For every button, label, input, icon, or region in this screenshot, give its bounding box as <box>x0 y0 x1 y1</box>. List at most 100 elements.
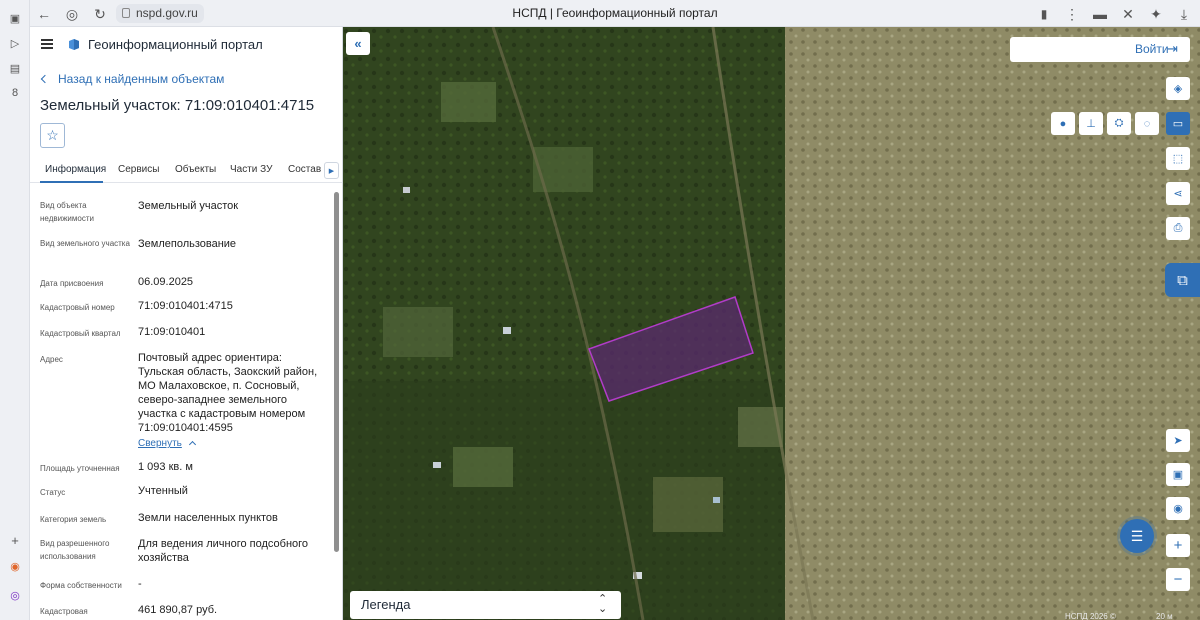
back-label: Назад к найденным объектам <box>58 72 225 86</box>
select-area-icon: ⬚ <box>1172 153 1184 165</box>
layers-icon: ◈ <box>1173 83 1183 95</box>
favorite-button[interactable]: ☆ <box>40 123 65 148</box>
attr-value: Земли населенных пунктов <box>138 512 278 524</box>
attr-value: Земельный участок <box>138 200 239 212</box>
collapse-panel-button[interactable]: « <box>346 32 370 55</box>
lock-icon <box>122 8 130 18</box>
tab-composition[interactable]: Состав <box>288 164 321 175</box>
login-icon: ⇥ <box>1167 41 1178 56</box>
help-icon: ⧉ <box>1177 271 1188 289</box>
ruler-icon: ▭ <box>1172 118 1184 130</box>
chevron-up-icon <box>188 440 196 449</box>
object-heading: Земельный участок: 71:09:010401:4715 <box>40 97 315 114</box>
area-measure-icon: ⛭ <box>1114 117 1124 129</box>
plus-icon: + <box>1173 537 1183 554</box>
point-tool-button[interactable]: ● <box>1051 112 1075 135</box>
back-icon[interactable]: ← <box>34 4 54 24</box>
star-icon: ☆ <box>46 127 59 143</box>
share-icon: ⋖ <box>1173 188 1183 200</box>
attr-value: 06.09.2025 <box>138 276 194 288</box>
active-tab-indicator <box>40 181 103 183</box>
attr-label: Вид объекта недвижимости <box>40 201 94 223</box>
url-text: nspd.gov.ru <box>136 6 198 20</box>
minimap-button[interactable]: ▣ <box>1166 463 1190 486</box>
tab-bar: Информация Сервисы Объекты Части ЗУ Сост… <box>30 158 342 183</box>
assistant-icon[interactable]: ◎ <box>7 587 23 603</box>
compass-icon: ◉ <box>1173 503 1183 515</box>
legend-label: Легенда <box>361 597 411 612</box>
attr-label: Кадастровый номер <box>40 303 115 312</box>
print-icon: ⎙ <box>1173 222 1183 234</box>
add-icon[interactable]: + <box>7 532 23 548</box>
compass-button[interactable]: ◉ <box>1166 497 1190 520</box>
attr-value: 71:09:010401:4715 <box>138 300 233 312</box>
radius-tool-button[interactable]: ◌ <box>1135 112 1159 135</box>
back-link[interactable]: Назад к найденным объектам <box>40 72 225 86</box>
map-view[interactable]: « Войти ⇥ ◈ ● ⊥ ⛭ ◌ ▭ ⬚ ⋖ ⎙ ⧉ ➤ ▣ ◉ ☰ + … <box>343 27 1200 620</box>
login-label: Войти <box>1135 42 1169 56</box>
panel-scrollbar[interactable] <box>334 192 339 552</box>
app-title: Геоинформационный портал <box>88 37 263 52</box>
point-icon: ● <box>1059 117 1067 130</box>
extension-icon[interactable]: ▬ <box>1090 4 1110 24</box>
radius-icon: ◌ <box>1143 117 1151 130</box>
bookmark-icon[interactable]: ▮ <box>1034 4 1054 24</box>
select-area-button[interactable]: ⬚ <box>1166 147 1190 170</box>
menu-icon[interactable] <box>41 39 53 49</box>
attr-label: Вид земельного участка <box>40 239 130 248</box>
minus-icon: − <box>1173 571 1183 588</box>
download-icon[interactable]: ⤓ <box>1174 4 1194 24</box>
service-icon[interactable]: ◉ <box>7 558 23 574</box>
tabs-next-button[interactable]: ▶ <box>324 162 339 179</box>
zoom-in-button[interactable]: + <box>1166 534 1190 557</box>
print-button[interactable]: ⎙ <box>1166 217 1190 240</box>
attr-value: Почтовый адрес ориентира: Тульская облас… <box>138 352 318 434</box>
gallery-icon[interactable]: ▤ <box>7 60 23 76</box>
play-icon[interactable]: ▷ <box>7 35 23 51</box>
attr-value: 1 093 кв. м <box>138 461 193 473</box>
attr-label: Кадастровый квартал <box>40 329 121 338</box>
reload-icon[interactable]: ↻ <box>90 4 110 24</box>
line-measure-icon: ⊥ <box>1086 118 1096 130</box>
collapse-link[interactable]: Свернуть <box>138 438 196 449</box>
attr-value: Землепользование <box>138 238 237 250</box>
share-button[interactable]: ⋖ <box>1166 182 1190 205</box>
area-tool-button[interactable]: ⛭ <box>1107 112 1131 135</box>
zoom-out-button[interactable]: − <box>1166 568 1190 591</box>
tabs-icon[interactable]: ▣ <box>7 10 23 26</box>
ruler-button[interactable]: ▭ <box>1166 112 1190 135</box>
chevron-left-icon <box>40 74 50 84</box>
minimap-icon: ▣ <box>1172 469 1184 481</box>
browser-toolbar: ← ◎ ↻ nspd.gov.ru НСПД | Геоинформационн… <box>30 0 1200 27</box>
attr-label: Статус <box>40 488 66 497</box>
attr-label: Вид разрешенного использования <box>40 539 110 561</box>
line-tool-button[interactable]: ⊥ <box>1079 112 1103 135</box>
attr-value: Для ведения личного подсобного хозяйства <box>138 538 309 564</box>
tab-services[interactable]: Сервисы <box>118 164 159 175</box>
help-tab-button[interactable]: ⧉ <box>1165 263 1200 297</box>
chat-icon: ☰ <box>1130 527 1144 544</box>
arrow-right-icon: ▶ <box>328 167 335 175</box>
portal-logo-icon <box>69 39 79 50</box>
object-info-panel: Геоинформационный портал Назад к найденн… <box>30 27 343 620</box>
shield-icon[interactable]: ◎ <box>62 4 82 24</box>
login-button[interactable]: Войти ⇥ <box>1010 37 1190 62</box>
extensions-icon[interactable]: ✦ <box>1146 4 1166 24</box>
map-scale: 20 м <box>1156 612 1173 620</box>
locate-button[interactable]: ➤ <box>1166 429 1190 452</box>
menu-icon[interactable]: ⋮ <box>1062 4 1082 24</box>
layers-button[interactable]: ◈ <box>1166 77 1190 100</box>
attr-label: Категория земель <box>40 515 107 524</box>
chat-button[interactable]: ☰ <box>1120 519 1154 553</box>
collapse-label: Свернуть <box>138 438 182 449</box>
address-bar[interactable]: nspd.gov.ru <box>116 4 204 23</box>
tab-objects[interactable]: Объекты <box>175 164 216 175</box>
attr-label: Форма собственности <box>40 581 122 590</box>
extension-x-icon[interactable]: ✕ <box>1118 4 1138 24</box>
tab-info[interactable]: Информация <box>45 164 106 175</box>
tab-parts[interactable]: Части ЗУ <box>230 164 272 175</box>
badge-icon[interactable]: 8 <box>7 85 23 101</box>
attr-label: Адрес <box>40 355 63 364</box>
browser-sidebar: ▣ ▷ ▤ 8 + ◉ ◎ <box>0 0 30 620</box>
legend-panel[interactable]: Легенда ⌃ ⌄ <box>350 591 621 619</box>
